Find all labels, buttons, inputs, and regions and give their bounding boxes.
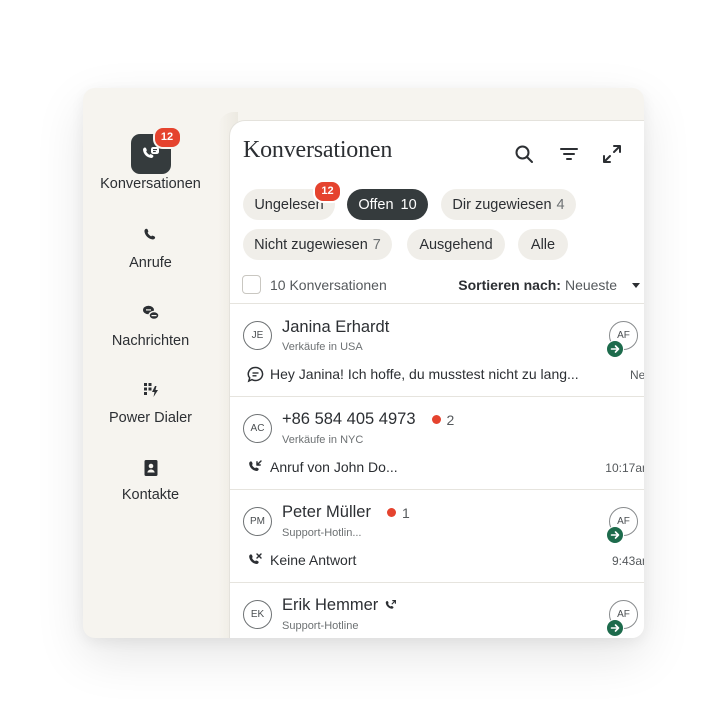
avatar: EK: [243, 600, 272, 629]
conversation-row[interactable]: EK Erik Hemmer Support-Hotline AF: [230, 583, 644, 638]
unread-badge: 12: [313, 180, 342, 203]
chip-label: Dir zugewiesen: [452, 196, 552, 213]
chip-label: Ungelesen: [254, 196, 324, 213]
filter-chip-offen[interactable]: Offen 10: [347, 189, 428, 220]
contact-subtitle: Support-Hotline: [282, 620, 359, 632]
sidebar-item-label: Anrufe: [129, 255, 172, 271]
filter-chip-alle[interactable]: Alle: [518, 229, 568, 260]
page-title: Konversationen: [243, 137, 393, 163]
conversation-row[interactable]: JE Janina Erhardt Verkäufe in USA AF Hey…: [230, 304, 644, 396]
contact-name: Erik Hemmer: [282, 596, 397, 615]
search-icon[interactable]: [511, 141, 537, 167]
arrow-right-icon: [606, 619, 624, 637]
sort-label: Sortieren nach:: [458, 277, 561, 293]
unread-badge: 12: [152, 126, 182, 149]
contact-name: Peter Müller 1: [282, 503, 410, 522]
timestamp: Neu: [629, 368, 644, 382]
contact-name-text: Erik Hemmer: [282, 596, 379, 614]
sidebar-item-anrufe[interactable]: Anrufe: [83, 226, 218, 271]
sidebar-item-label: Nachrichten: [111, 333, 190, 349]
timestamp: 10:17am: [605, 461, 644, 475]
unread-dot: [386, 508, 396, 517]
message-preview: Keine Antwort: [270, 552, 357, 568]
call-icon: [386, 600, 397, 609]
chip-label: Alle: [530, 236, 556, 253]
sidebar-item-label: Konversationen: [100, 176, 201, 192]
power-dialer-icon: [143, 383, 158, 397]
select-all-checkbox[interactable]: [242, 275, 261, 294]
expand-icon[interactable]: [599, 141, 625, 167]
chip-count: 7: [372, 236, 381, 253]
sidebar-item-nachrichten[interactable]: Nachrichten: [83, 303, 218, 349]
conversation-row[interactable]: PM Peter Müller 1 Support-Hotlin... AF K…: [230, 490, 644, 582]
incoming-call-icon: [249, 460, 262, 471]
arrow-right-icon: [606, 340, 624, 358]
conversation-count: 10 Konversationen: [270, 277, 387, 293]
avatar: JE: [243, 321, 272, 350]
sidebar-item-kontakte[interactable]: Kontakte: [83, 459, 218, 503]
unread-count: 1: [401, 504, 410, 521]
app-frame: 12 Konversationen Anrufe Nachrichten Pow…: [83, 88, 644, 638]
unread-count: 2: [446, 411, 455, 428]
sidebar-item-label: Kontakte: [121, 487, 180, 503]
message-icon: [247, 366, 264, 383]
chip-label: Offen: [358, 196, 394, 213]
sidebar: 12 Konversationen Anrufe Nachrichten Pow…: [83, 88, 218, 638]
chip-label: Nicht zugewiesen: [254, 236, 368, 253]
sort-value: Neueste: [564, 277, 618, 293]
phone-icon: [143, 228, 155, 240]
filter-chip-ausgehend[interactable]: Ausgehend: [407, 229, 505, 260]
contact-subtitle: Verkäufe in NYC: [282, 434, 364, 446]
message-preview: Anruf von John Do...: [270, 459, 398, 475]
messages-icon: [142, 305, 160, 321]
filter-chip-dir-zugewiesen[interactable]: Dir zugewiesen 4: [441, 189, 576, 220]
arrow-right-icon: [606, 526, 624, 544]
contact-name: Janina Erhardt: [282, 318, 390, 336]
missed-call-icon: [249, 553, 262, 564]
chip-count: 10: [400, 196, 417, 213]
unread-dot: [431, 415, 441, 424]
timestamp: 9:43am: [611, 554, 644, 568]
message-preview: Hey Janina! Ich hoffe, du musstest nicht…: [270, 366, 579, 382]
sidebar-item-label: Power Dialer: [109, 410, 192, 426]
chip-label: Ausgehend: [419, 236, 493, 253]
chat-phone-icon: 12: [130, 126, 182, 174]
contact-name: +86 584 405 4973 2: [282, 410, 454, 429]
sidebar-item-konversationen[interactable]: 12 Konversationen: [83, 126, 218, 192]
sort-dropdown[interactable]: Sortieren nach: Neueste: [458, 277, 641, 293]
contact-subtitle: Support-Hotlin...: [282, 527, 362, 539]
sidebar-item-power-dialer[interactable]: Power Dialer: [83, 382, 218, 426]
contacts-icon: [144, 460, 157, 476]
avatar: PM: [243, 507, 272, 536]
contact-subtitle: Verkäufe in USA: [282, 341, 363, 353]
chip-count: 4: [556, 196, 565, 213]
caret-down-icon: [632, 283, 640, 289]
contact-name-text: Peter Müller: [282, 503, 371, 521]
conversation-row[interactable]: AC +86 584 405 4973 2 Verkäufe in NYC An…: [230, 397, 644, 489]
filter-chip-nicht-zugewiesen[interactable]: Nicht zugewiesen 7: [243, 229, 392, 260]
contact-name-text: +86 584 405 4973: [282, 410, 416, 428]
filter-chip-ungelesen[interactable]: Ungelesen 12: [243, 180, 342, 220]
conversations-panel: Konversationen Ungelesen 12 Offen 10 Dir …: [229, 120, 644, 638]
list-toolbar: 10 Konversationen Sortieren nach: Neueste: [242, 275, 640, 297]
avatar: AC: [243, 414, 272, 443]
filter-icon[interactable]: [556, 141, 582, 167]
